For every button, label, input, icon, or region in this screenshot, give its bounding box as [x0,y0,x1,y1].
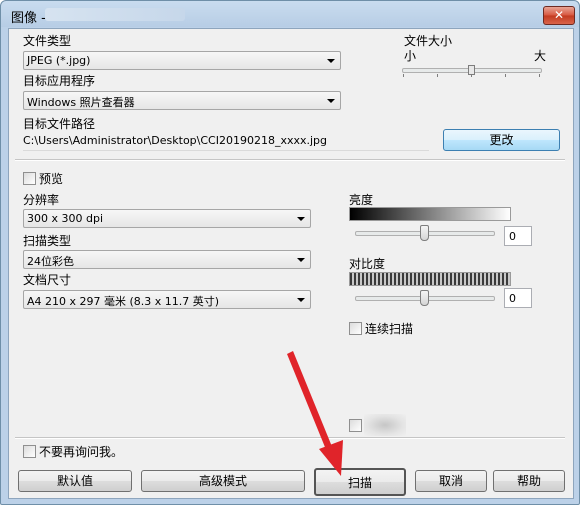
title-bar[interactable]: 图像 - ✕ [1,1,579,27]
scan-type-select[interactable]: 24位彩色 [23,250,311,269]
contrast-slider-thumb[interactable] [420,290,429,306]
title-redacted-area [45,8,185,21]
continuous-scan-label: 连续扫描 [365,322,414,336]
contrast-slider[interactable] [355,289,495,309]
brightness-label: 亮度 [349,193,374,207]
arrow-head [319,440,343,476]
brightness-gradient-bar [349,207,511,221]
scan-type-value: 24位彩色 [27,255,74,268]
cancel-button[interactable]: 取消 [415,470,487,492]
file-type-value: JPEG (*.jpg) [27,54,91,67]
arrow-shaft [287,351,335,457]
dont-ask-label: 不要再询问我。 [39,445,124,459]
preview-checkbox[interactable] [23,172,36,185]
change-path-button[interactable]: 更改 [443,129,560,151]
chevron-down-icon [327,99,335,103]
file-type-label: 文件类型 [23,34,72,48]
target-app-select[interactable]: Windows 照片查看器 [23,91,341,110]
contrast-pattern-bar [349,272,511,286]
scan-dialog-window: 图像 - ✕ 文件类型 JPEG (*.jpg) 文件大小 小 大 目标应用程序… [0,0,580,505]
divider [15,159,565,161]
doc-size-value: A4 210 x 297 毫米 (8.3 x 11.7 英寸) [27,295,220,308]
dont-ask-checkbox[interactable] [23,445,36,458]
chevron-down-icon [297,298,305,302]
contrast-label: 对比度 [349,257,386,271]
brightness-slider-thumb[interactable] [420,225,429,241]
resolution-label: 分辨率 [23,193,60,207]
slider-tick [437,74,438,77]
scan-type-label: 扫描类型 [23,234,72,248]
target-path-field: C:\Users\Administrator\Desktop\CCI201902… [23,132,429,151]
brightness-slider[interactable] [355,224,495,244]
chevron-down-icon [297,258,305,262]
continuous-scan-checkbox[interactable] [349,322,362,335]
slider-tick [403,74,404,77]
preview-label: 预览 [39,172,64,186]
target-app-value: Windows 照片查看器 [27,96,135,109]
file-size-min-label: 小 [404,49,417,63]
file-size-max-label: 大 [534,49,547,63]
slider-tick [539,74,540,77]
resolution-value: 300 x 300 dpi [27,212,104,225]
default-button[interactable]: 默认值 [18,470,132,492]
file-size-slider-thumb[interactable] [468,65,475,75]
close-button[interactable]: ✕ [543,6,575,25]
file-type-select[interactable]: JPEG (*.jpg) [23,51,341,70]
redacted-area [364,414,406,436]
doc-size-select[interactable]: A4 210 x 297 毫米 (8.3 x 11.7 英寸) [23,290,311,309]
slider-tick [505,74,506,77]
file-size-slider[interactable] [402,63,542,77]
resolution-select[interactable]: 300 x 300 dpi [23,209,311,228]
contrast-value-input[interactable]: 0 [504,288,532,308]
target-path-label: 目标文件路径 [23,117,96,131]
chevron-down-icon [297,217,305,221]
annotation-arrow-icon [287,351,343,476]
doc-size-label: 文档尺寸 [23,273,72,287]
window-title: 图像 - [11,11,46,26]
target-app-label: 目标应用程序 [23,74,96,88]
brightness-value-input[interactable]: 0 [504,226,532,246]
chevron-down-icon [327,59,335,63]
help-button[interactable]: 帮助 [493,470,565,492]
